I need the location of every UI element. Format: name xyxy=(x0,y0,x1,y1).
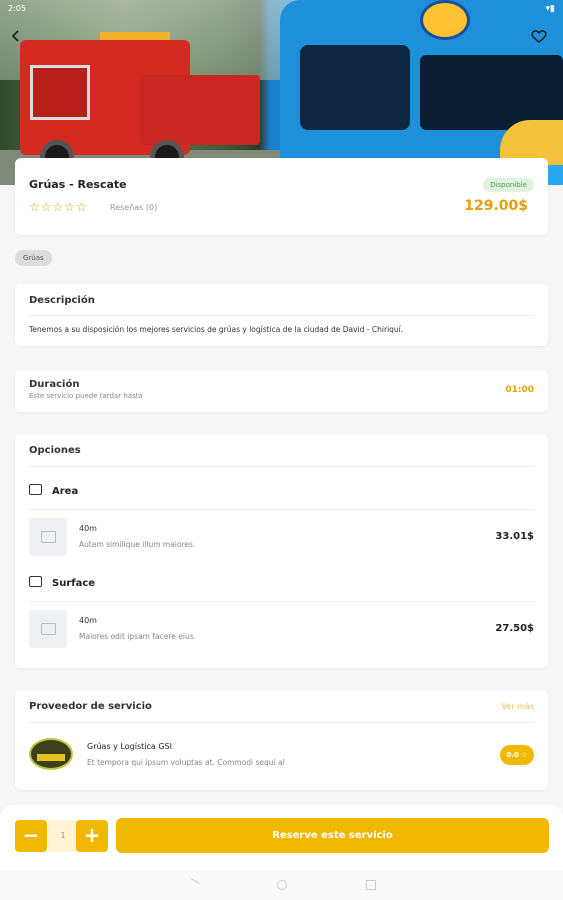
bus-window xyxy=(420,55,563,130)
provider-description: Et tempora qui ipsum voluptas at. Commod… xyxy=(87,758,285,767)
decrease-quantity-button[interactable]: − xyxy=(15,820,47,852)
divider xyxy=(29,509,534,510)
quantity-value[interactable]: 1 xyxy=(48,820,78,852)
see-more-link[interactable]: Ver más xyxy=(502,702,534,711)
back-arrow-icon xyxy=(11,30,19,42)
options-title: Opciones xyxy=(29,445,81,456)
option-item[interactable]: 40m Maiores odit ipsam facere eius. 27.5… xyxy=(29,604,534,654)
service-price: 129.00$ xyxy=(464,198,528,214)
image-placeholder-icon xyxy=(29,518,67,556)
option-name: 40m xyxy=(79,616,97,625)
duration-subtitle: Este servicio puede tardar hasta xyxy=(29,392,143,400)
option-price: 33.01$ xyxy=(495,531,534,542)
option-name: 40m xyxy=(79,524,97,533)
category-chip[interactable]: Grúas xyxy=(15,250,52,266)
availability-badge: Disponible xyxy=(483,178,534,192)
reserve-button[interactable]: Reserve este servicio xyxy=(116,818,549,853)
option-group-area: Area xyxy=(29,484,78,497)
description-card: Descripción Tenemos a su disposición los… xyxy=(15,284,548,346)
nav-recents-icon[interactable] xyxy=(366,880,376,890)
divider xyxy=(29,601,534,602)
nav-back-icon[interactable] xyxy=(186,878,200,892)
option-description: Maiores odit ipsam facere eius. xyxy=(79,632,196,641)
duration-title: Duración xyxy=(29,379,80,390)
tow-truck-light-bar xyxy=(100,32,170,40)
provider-title: Proveedor de servicio xyxy=(29,701,152,712)
option-group-name: Surface xyxy=(52,578,96,589)
provider-logo xyxy=(29,738,73,770)
status-time: 2:05 xyxy=(8,4,26,13)
system-navigation-bar xyxy=(0,870,563,900)
divider xyxy=(29,315,534,316)
divider xyxy=(29,466,534,467)
tow-truck-boom xyxy=(140,75,260,145)
divider xyxy=(29,722,534,723)
option-group-surface: Surface xyxy=(29,576,95,589)
provider-name[interactable]: Grúas y Logística GSI xyxy=(87,742,172,751)
duration-value: 01:00 xyxy=(505,385,534,395)
status-battery: ▾▮ xyxy=(545,4,555,14)
folder-icon xyxy=(29,576,42,587)
option-item[interactable]: 40m Autem similique illum maiores. 33.01… xyxy=(29,512,534,562)
heart-icon xyxy=(531,30,547,43)
option-group-name: Area xyxy=(52,486,79,497)
rating-stars: ☆☆☆☆☆ xyxy=(29,200,88,214)
reviews-count[interactable]: Reseñas (0) xyxy=(110,203,157,212)
option-price: 27.50$ xyxy=(495,623,534,634)
service-title: Grúas - Rescate xyxy=(29,178,127,191)
folder-icon xyxy=(29,484,42,495)
favorite-button[interactable] xyxy=(527,26,551,50)
provider-rating-badge: 0.0 ☆ xyxy=(500,745,534,765)
back-button[interactable] xyxy=(4,26,28,50)
option-description: Autem similique illum maiores. xyxy=(79,540,196,549)
nav-home-icon[interactable] xyxy=(277,880,287,890)
bus-window xyxy=(300,45,410,130)
service-header-card: Grúas - Rescate ☆☆☆☆☆ Reseñas (0) Dispon… xyxy=(15,158,548,235)
description-text: Tenemos a su disposición los mejores ser… xyxy=(29,325,404,334)
duration-card: Duración Este servicio puede tardar hast… xyxy=(15,370,548,412)
tow-truck-cab xyxy=(30,65,90,120)
options-card: Opciones Area 40m Autem similique illum … xyxy=(15,434,548,668)
increase-quantity-button[interactable]: + xyxy=(76,820,108,852)
provider-card: Proveedor de servicio Ver más Grúas y Lo… xyxy=(15,690,548,790)
bus-planet-graphic xyxy=(420,0,470,40)
description-title: Descripción xyxy=(29,295,95,306)
image-placeholder-icon xyxy=(29,610,67,648)
